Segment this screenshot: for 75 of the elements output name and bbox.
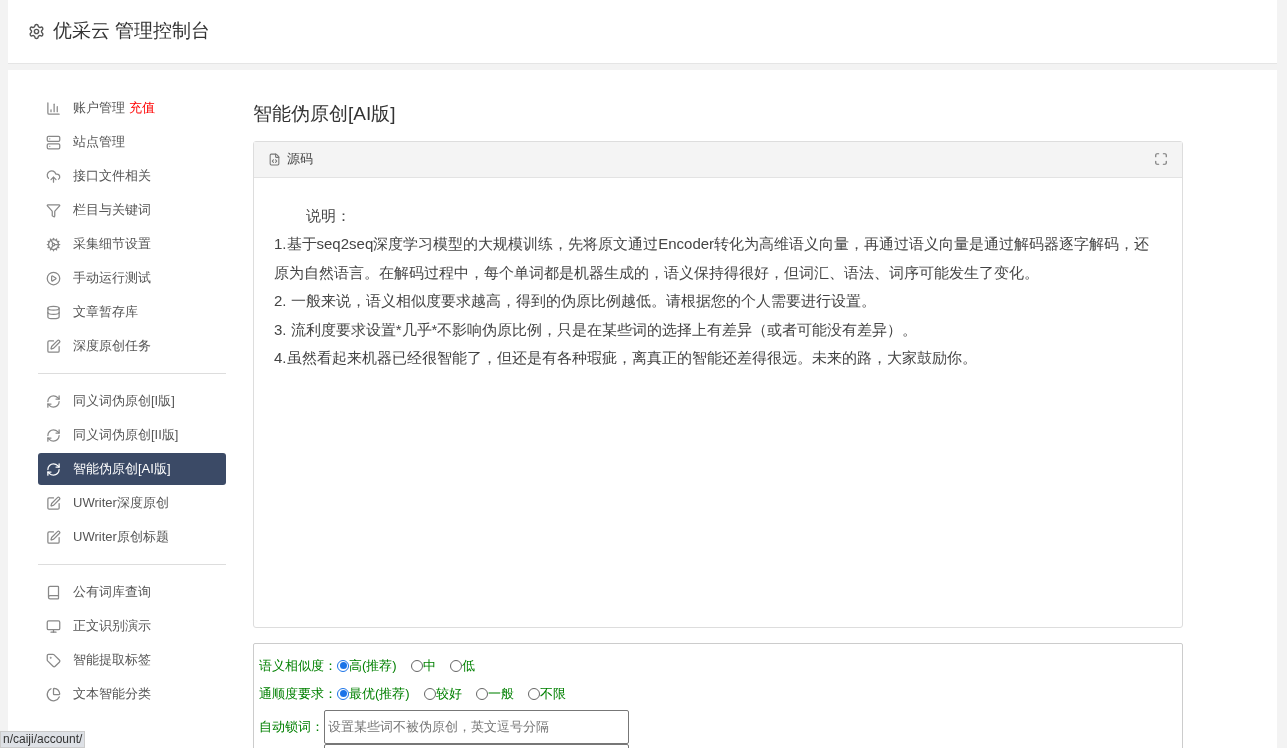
- sidebar-label: 文本智能分类: [73, 685, 151, 704]
- description-paragraph: 4.虽然看起来机器已经很智能了，但还是有各种瑕疵，离真正的智能还差得很远。未来的路，大家鼓励你。: [274, 348, 978, 368]
- sidebar-item[interactable]: 站点管理: [38, 126, 226, 158]
- book-icon: [46, 584, 61, 600]
- sidebar-item[interactable]: 深度原创任务: [38, 330, 226, 362]
- sidebar-label: 采集细节设置: [73, 235, 151, 254]
- description-heading: 说明：: [305, 205, 352, 226]
- sidebar-label: 站点管理: [73, 133, 125, 152]
- sidebar-item[interactable]: 正文识别演示: [38, 610, 226, 642]
- description-paragraph: 3. 流利度要求设置*几乎*不影响伪原比例，只是在某些词的选择上有差异（或者可能没有差异）。: [274, 319, 919, 340]
- settings-icon: [28, 23, 45, 40]
- sidebar-item[interactable]: 手动运行测试: [38, 262, 226, 294]
- option-label: 通顺度要求：: [259, 684, 337, 703]
- sidebar-item[interactable]: 文章暂存库: [38, 296, 226, 328]
- description-paragraph: 2. 一般来说，语义相似度要求越高，得到的伪原比例越低。请根据您的个人需要进行设置。: [274, 291, 877, 311]
- sidebar-label: 手动运行测试: [73, 269, 151, 288]
- sidebar-label: 同义词伪原创[I版]: [73, 392, 175, 411]
- sidebar-label: 栏目与关键词: [73, 201, 151, 220]
- radio-option[interactable]: 中: [410, 655, 436, 676]
- sidebar-item[interactable]: UWriter深度原创: [38, 487, 226, 519]
- bar-chart-icon: [46, 100, 61, 116]
- sidebar-item[interactable]: 智能提取标签: [38, 644, 226, 676]
- pie-chart-icon: [46, 686, 61, 702]
- sidebar-item[interactable]: 同义词伪原创[II版]: [38, 419, 226, 451]
- sidebar-label: 智能提取标签: [73, 651, 151, 670]
- sidebar-label: 智能伪原创[AI版]: [73, 460, 171, 479]
- sidebar-item[interactable]: 账户管理 充值: [38, 92, 226, 124]
- radio-option[interactable]: 最优(推荐): [337, 683, 410, 704]
- sidebar-label: 正文识别演示: [73, 617, 151, 636]
- page-title: 智能伪原创[AI版]: [253, 102, 397, 126]
- option-label: 语义相似度：: [259, 656, 337, 675]
- sidebar-item[interactable]: 文本智能分类: [38, 678, 226, 710]
- cloud-upload-icon: [46, 168, 61, 184]
- console-title: 优采云 管理控制台: [53, 19, 211, 44]
- gears-icon: [46, 236, 61, 252]
- monitor-icon: [46, 618, 61, 634]
- sidebar-item[interactable]: 采集细节设置: [38, 228, 226, 260]
- sidebar-item[interactable]: 接口文件相关: [38, 160, 226, 192]
- sidebar-label: 同义词伪原创[II版]: [73, 426, 179, 445]
- recharge-link[interactable]: 充值: [129, 98, 155, 118]
- sidebar-label: 账户管理: [73, 99, 125, 118]
- radio-option[interactable]: 不限: [527, 683, 566, 704]
- fullscreen-icon[interactable]: [1154, 152, 1168, 166]
- option-label: 自动锁词：: [259, 717, 324, 736]
- sidebar-label: 公有词库查询: [73, 583, 151, 602]
- status-url: n/caiji/account/: [0, 731, 86, 748]
- radio-option[interactable]: 较好: [423, 683, 462, 704]
- radio-option[interactable]: 一般: [475, 683, 514, 704]
- refresh-icon: [46, 393, 61, 409]
- radio-option[interactable]: 高(推荐): [337, 655, 397, 676]
- filter-icon: [46, 202, 61, 218]
- edit-icon: [46, 529, 61, 545]
- code-file-icon: [268, 152, 281, 166]
- sidebar-label: 深度原创任务: [73, 337, 151, 356]
- sidebar-label: 接口文件相关: [73, 167, 151, 186]
- sidebar-label: 文章暂存库: [73, 303, 138, 322]
- sidebar-item[interactable]: 智能伪原创[AI版]: [38, 453, 226, 485]
- tag-icon: [46, 652, 61, 668]
- description-paragraph: 1.基于seq2seq深度学习模型的大规模训练，先将原文通过Encoder转化为高维语义向量，再通过语义向量是通过解码器逐字解码，还原为自然语言。在解码过程中，每个单词都是机器生成的，语义保持得很好，但词汇、语法、词序可能发生了变化。: [274, 234, 1151, 283]
- source-tab[interactable]: 源码: [268, 149, 313, 169]
- radio-option[interactable]: 低: [449, 655, 475, 676]
- edit-icon: [46, 495, 61, 511]
- refresh-icon: [46, 427, 61, 443]
- sidebar-item[interactable]: UWriter原创标题: [38, 521, 226, 553]
- edit-icon: [46, 338, 61, 354]
- sidebar-item[interactable]: 栏目与关键词: [38, 194, 226, 226]
- sidebar-item[interactable]: 同义词伪原创[I版]: [38, 385, 226, 417]
- sidebar-label: UWriter原创标题: [73, 528, 169, 547]
- play-icon: [46, 270, 61, 286]
- sidebar-item[interactable]: 公有词库查询: [38, 576, 226, 608]
- sidebar-label: UWriter深度原创: [73, 494, 169, 513]
- refresh-icon: [46, 461, 61, 477]
- database-icon: [46, 304, 61, 320]
- server-icon: [46, 134, 61, 150]
- input-field[interactable]: 设置某些词不被伪原创，英文逗号分隔: [324, 709, 629, 744]
